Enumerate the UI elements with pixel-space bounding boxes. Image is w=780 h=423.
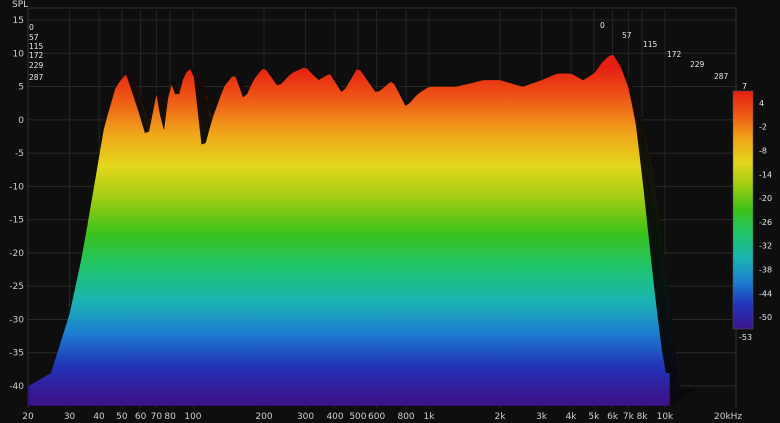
x-tick-label: 2k [495,412,507,422]
slice-label-left: 0 [29,23,34,32]
y-tick-label: 10 [13,49,25,59]
colorbar-tick-label: -8 [759,147,767,156]
y-tick-label: -10 [9,182,24,192]
colorbar-tick-label: -14 [759,170,772,179]
x-tick-label: 80 [164,412,176,422]
y-tick-label: 5 [18,83,24,93]
x-tick-label: 10k [657,412,674,422]
x-tick-label: 60 [135,412,147,422]
waterfall-slices [28,54,694,407]
colorbar-tick-label: -44 [759,289,772,298]
y-tick-label: -5 [15,149,24,159]
x-tick-label: 500 [349,412,366,422]
slice-label-diagonal: 229 [690,60,705,69]
slice-label-diagonal: 115 [643,40,658,49]
slice-label-diagonal: 0 [600,21,605,30]
colorbar-max-label: 7 [742,82,747,91]
x-tick-label: 300 [297,412,314,422]
x-tick-label: 800 [397,412,414,422]
slice-label-diagonal: 57 [622,31,632,40]
x-tick-label: 7k [623,412,635,422]
x-tick-label: 30 [64,412,76,422]
x-tick-label: 6k [607,412,619,422]
colorbar-tick-label: -20 [759,194,772,203]
slice-label-left: 287 [29,73,44,82]
x-tick-label: 5k [588,412,600,422]
waterfall-slice [28,54,671,407]
x-tick-label: 50 [116,412,128,422]
colorbar-tick-label: -32 [759,242,772,251]
y-axis-title: SPL [12,0,28,10]
y-tick-label: -40 [9,382,24,392]
x-tick-label: 100 [184,412,201,422]
x-tick-label: 3k [536,412,548,422]
colorbar-tick-label: -26 [759,218,772,227]
colorbar-tick-label: -50 [759,313,772,322]
colorbar-tick-label: -2 [759,123,767,132]
slice-label-left: 229 [29,61,44,70]
x-tick-label: 40 [93,412,105,422]
y-tick-label: -30 [9,315,24,325]
x-axis-unit-label: 20kHz [714,412,742,422]
y-tick-label: -25 [9,282,24,292]
colorbar-min-label: -53 [739,333,752,342]
waterfall-chart: 151050-5-10-15-20-25-30-35-40 20 30 40 50 60… [0,0,780,423]
colorbar-tick-label: 4 [759,99,764,108]
slice-label-left: 115 [29,42,44,51]
y-tick-label: -15 [9,216,24,226]
slice-label-left: 172 [29,51,44,60]
x-tick-label: 70 [151,412,163,422]
y-tick-label: 0 [18,116,24,126]
y-tick-label: -35 [9,349,24,359]
colorbar-scale [732,90,754,330]
x-tick-label: 8k [637,412,649,422]
x-tick-label: 600 [368,412,385,422]
slice-label-left: 57 [29,33,39,42]
colorbar-tick-label: -38 [759,266,772,275]
slice-label-diagonal: 287 [714,72,729,81]
x-tick-label: 20 [22,412,34,422]
x-tick-label: 4k [566,412,578,422]
x-tick-label: 200 [255,412,272,422]
y-tick-label: -20 [9,249,24,259]
slice-label-diagonal: 172 [667,50,682,59]
x-tick-label: 400 [326,412,343,422]
y-tick-label: 15 [13,16,24,26]
x-tick-label: 1k [423,412,435,422]
